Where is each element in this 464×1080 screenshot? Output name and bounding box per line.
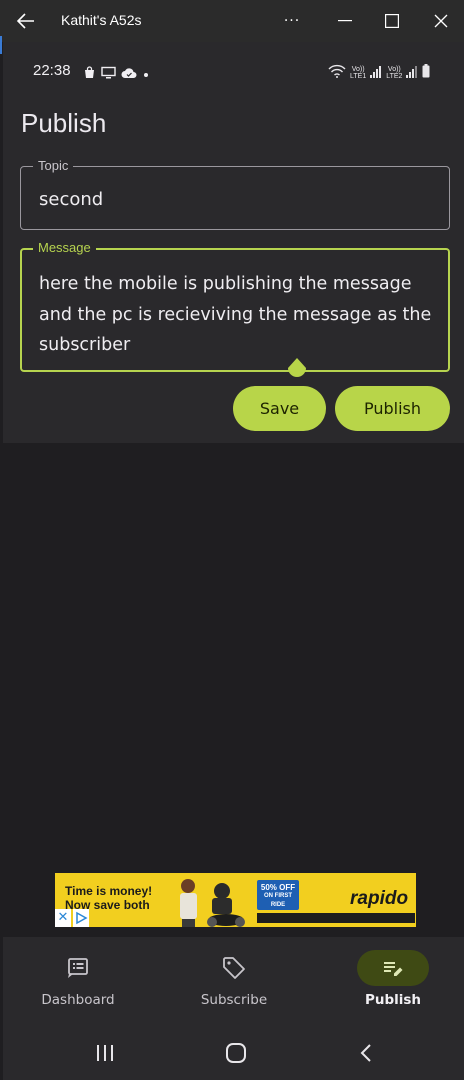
signal-1-icon [370, 63, 382, 82]
sim1-network-icon: Vo)) LTE1 [350, 66, 366, 80]
ad-offer-line1: 50% OFF [260, 883, 296, 892]
minimize-button[interactable] [330, 8, 360, 34]
nav-label-dashboard: Dashboard [41, 992, 115, 1008]
system-navigation-bar [3, 1020, 464, 1080]
recents-icon[interactable] [90, 1042, 120, 1064]
home-icon[interactable] [221, 1042, 251, 1064]
message-field[interactable]: Message here the mobile is publishing th… [20, 240, 450, 372]
maximize-button[interactable] [377, 8, 407, 34]
sim2-label-top: Vo)) [387, 65, 401, 73]
ad-feature-strip [257, 913, 415, 923]
edit-note-icon [357, 950, 429, 986]
nav-item-publish[interactable]: Publish [318, 937, 464, 1020]
page-title: Publish [21, 108, 107, 138]
ad-rider-image [168, 876, 248, 927]
signal-2-icon [406, 63, 418, 82]
topic-label: Topic [33, 158, 74, 173]
back-icon[interactable] [351, 1042, 381, 1064]
screen-cast-icon [101, 64, 116, 83]
text-cursor-handle[interactable] [286, 358, 308, 382]
publish-panel: 22:38 Vo)) LTE1 Vo)) LTE2 Publish Topic … [3, 42, 464, 443]
window-accent-edge [0, 36, 2, 54]
window-titlebar: Kathit's A52s ··· [0, 0, 464, 42]
ad-headline-line1: Time is money! [65, 884, 153, 898]
nav-item-subscribe[interactable]: Subscribe [159, 937, 309, 1020]
ad-choices-icon[interactable] [73, 909, 89, 927]
nav-label-publish: Publish [364, 992, 422, 1008]
tag-icon [198, 950, 270, 986]
sim2-label-bottom: LTE2 [386, 72, 403, 80]
window-title: Kathit's A52s [61, 12, 142, 28]
dashboard-icon [42, 950, 114, 986]
ad-close-icon[interactable]: ✕ [55, 909, 71, 927]
ad-offer-line2: ON FIRST RIDE [264, 893, 292, 908]
message-label: Message [33, 240, 96, 255]
bottom-navigation: Dashboard Subscribe Publish [3, 937, 464, 1020]
dot-indicator-icon [142, 64, 150, 83]
publish-button[interactable]: Publish [335, 386, 450, 431]
message-input[interactable]: here the mobile is publishing the messag… [39, 269, 439, 361]
ad-headline: Time is money! Now save both [65, 884, 152, 912]
shopping-bag-icon [83, 64, 96, 83]
system-status-icons: Vo)) LTE1 Vo)) LTE2 [328, 63, 430, 82]
nav-label-subscribe: Subscribe [200, 992, 268, 1008]
nav-item-dashboard[interactable]: Dashboard [3, 937, 153, 1020]
ad-banner[interactable]: Time is money! Now save both 50% OFF ON … [55, 873, 416, 927]
status-time: 22:38 [33, 62, 71, 79]
status-bar: 22:38 Vo)) LTE1 Vo)) LTE2 [3, 60, 464, 84]
battery-icon [422, 63, 430, 82]
cloud-done-icon [121, 64, 137, 83]
sim2-network-icon: Vo)) LTE2 [386, 66, 402, 80]
sim1-label-top: Vo)) [351, 65, 365, 73]
wifi-icon [328, 63, 346, 82]
topic-field[interactable]: Topic second [20, 158, 450, 230]
more-options-button[interactable]: ··· [277, 8, 307, 34]
sim1-label-bottom: LTE1 [350, 72, 367, 80]
ad-offer-badge: 50% OFF ON FIRST RIDE [257, 880, 299, 910]
close-button[interactable] [426, 8, 456, 34]
ad-brand-logo: rapido [350, 888, 409, 909]
topic-input[interactable]: second [39, 189, 103, 210]
notification-icons [83, 64, 150, 83]
back-arrow-icon[interactable] [14, 10, 38, 32]
save-button[interactable]: Save [233, 386, 326, 431]
